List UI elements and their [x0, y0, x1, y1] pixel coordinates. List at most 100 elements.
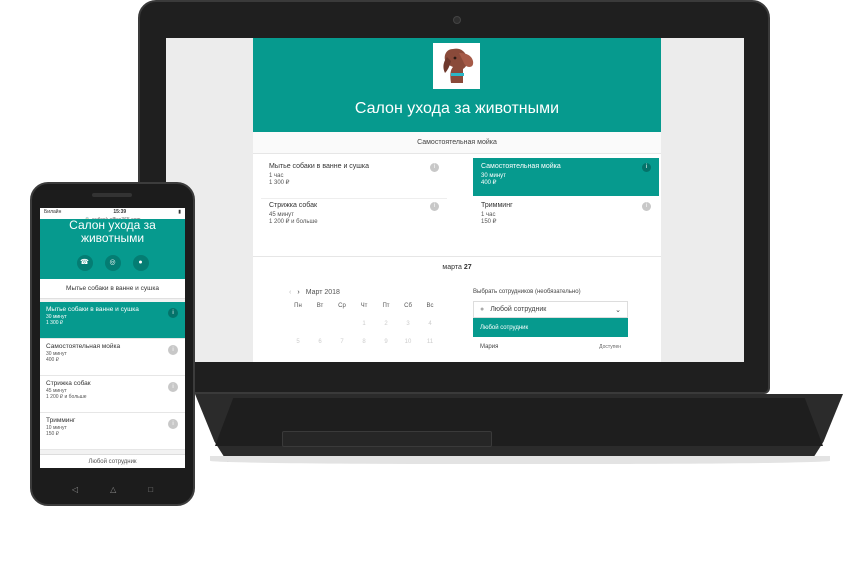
service-name: Тримминг: [46, 417, 76, 424]
mobile-service-item[interactable]: Тримминг 10 минут 150 ₽ i: [40, 413, 185, 450]
service-name: Тримминг: [481, 202, 513, 209]
recent-apps-icon[interactable]: □: [148, 485, 153, 494]
battery-icon: ▮: [178, 209, 181, 215]
chevron-right-icon[interactable]: ›: [297, 289, 299, 296]
service-name: Стрижка собак: [269, 202, 318, 209]
service-card-active[interactable]: Самостоятельная мойка 30 минут 400 ₽ i: [473, 158, 659, 196]
service-price: 1 300 ₽: [46, 320, 64, 326]
mobile-service-item[interactable]: Самостоятельная мойка 30 минут 400 ₽ i: [40, 339, 185, 376]
calendar-day[interactable]: [311, 321, 329, 327]
calendar-day[interactable]: 3: [399, 321, 417, 327]
info-icon[interactable]: i: [168, 308, 178, 318]
webcam: [453, 16, 461, 24]
weekday: Ср: [338, 303, 346, 309]
page-header: Салон ухода за животными: [253, 38, 661, 132]
booking-page: Салон ухода за животными Самостоятельная…: [253, 38, 661, 362]
calendar-day[interactable]: 5: [289, 339, 307, 345]
calendar-week: 1 2 3 4: [289, 321, 439, 327]
calendar-day[interactable]: 2: [377, 321, 395, 327]
weekday: Вс: [426, 303, 434, 309]
dog-logo-icon: [443, 48, 474, 83]
staff-option[interactable]: Любой сотрудник: [473, 318, 628, 337]
weekday: Пн: [294, 303, 302, 309]
date-header: марта 27: [253, 256, 661, 278]
mobile-service-item[interactable]: Стрижка собак 45 минут 1 200 ₽ и больше …: [40, 376, 185, 413]
calendar-day[interactable]: [289, 321, 307, 327]
service-price: 400 ₽: [46, 357, 59, 363]
staff-picker: Выбрать сотрудников (необязательно) ● Лю…: [473, 289, 628, 356]
service-price: 1 200 ₽ и больше: [46, 394, 87, 400]
weekday: Пт: [382, 303, 390, 309]
weekday-row: Пн Вт Ср Чт Пт Сб Вс: [289, 303, 439, 309]
weekday: Чт: [360, 303, 368, 309]
service-name: Мытье собаки в ванне и сушка: [46, 306, 139, 313]
service-name: Самостоятельная мойка: [46, 343, 121, 350]
weekday: Сб: [404, 303, 412, 309]
carrier: Билайн: [44, 209, 62, 215]
service-price: 400 ₽: [481, 180, 497, 186]
calendar-day[interactable]: 1: [355, 321, 373, 327]
touchpad: [282, 431, 492, 447]
mobile-header: Салон ухода за животными ☎ ◎ ●: [40, 219, 185, 279]
calendar-month: Март 2018: [305, 289, 340, 296]
chevron-down-icon: ⌄: [615, 306, 621, 314]
info-icon[interactable]: i: [430, 202, 439, 211]
service-price: 150 ₽: [46, 431, 59, 437]
contact-icons: ☎ ◎ ●: [40, 255, 185, 271]
mobile-staff-footer[interactable]: Любой сотрудник: [40, 454, 185, 468]
mobile-title: Салон ухода за животными: [69, 218, 156, 245]
date-day: 27: [463, 264, 472, 271]
service-price: 150 ₽: [481, 219, 497, 225]
staff-option-name: Любой сотрудник: [480, 324, 529, 331]
weekday: Вт: [316, 303, 324, 309]
service-card[interactable]: Тримминг 1 час 150 ₽ i: [473, 197, 659, 235]
calendar-day[interactable]: 7: [333, 339, 351, 345]
chevron-left-icon[interactable]: ‹: [289, 289, 291, 296]
mobile-section-header: Мытье собаки в ванне и сушка: [40, 279, 185, 299]
staff-select[interactable]: ● Любой сотрудник ⌄: [473, 301, 628, 318]
page-title: Салон ухода за животными: [354, 100, 560, 117]
location-pin-icon[interactable]: ●: [132, 255, 149, 271]
laptop-lid: Салон ухода за животными Самостоятельная…: [138, 0, 770, 394]
calendar-day[interactable]: 11: [421, 339, 439, 345]
calendar-day[interactable]: 8: [355, 339, 373, 345]
phone-icon[interactable]: ☎: [76, 255, 93, 271]
phone: Билайн 15:39 ▮ 🔒 outlook.office365.com С…: [30, 182, 195, 506]
back-icon[interactable]: ◁: [72, 485, 78, 494]
dog-logo: [433, 43, 480, 89]
calendar-day[interactable]: 6: [311, 339, 329, 345]
service-name: Стрижка собак: [46, 380, 91, 387]
staff-option[interactable]: Мария Доступен: [473, 337, 628, 356]
mobile-service-item[interactable]: Мытье собаки в ванне и сушка 30 минут 1 …: [40, 302, 185, 339]
info-icon[interactable]: i: [168, 382, 178, 392]
service-card[interactable]: Стрижка собак 45 минут 1 200 ₽ и больше …: [261, 197, 447, 235]
service-price: 1 300 ₽: [269, 180, 290, 186]
service-card[interactable]: Мытье собаки в ванне и сушка 1 час 1 300…: [261, 158, 447, 196]
date-month: марта: [442, 264, 462, 271]
home-icon[interactable]: △: [110, 485, 116, 494]
info-icon[interactable]: i: [430, 163, 439, 172]
selected-service-header: Самостоятельная мойка: [253, 132, 661, 154]
calendar-day[interactable]: [333, 321, 351, 327]
staff-selected-value: Любой сотрудник: [490, 306, 547, 313]
globe-icon[interactable]: ◎: [104, 255, 121, 271]
phone-screen: Билайн 15:39 ▮ 🔒 outlook.office365.com С…: [40, 208, 185, 468]
service-grid: Мытье собаки в ванне и сушка 1 час 1 300…: [253, 154, 661, 254]
calendar-day[interactable]: 4: [421, 321, 439, 327]
info-icon[interactable]: i: [168, 419, 178, 429]
clock: 15:39: [113, 209, 127, 215]
service-name: Мытье собаки в ванне и сушка: [269, 163, 370, 170]
info-icon[interactable]: i: [642, 163, 651, 172]
person-icon: ●: [480, 306, 485, 313]
service-name: Самостоятельная мойка: [481, 163, 561, 170]
calendar-day[interactable]: 9: [377, 339, 395, 345]
laptop-shadow: [210, 456, 830, 464]
phone-nav-bar: ◁ △ □: [32, 485, 193, 494]
info-icon[interactable]: i: [642, 202, 651, 211]
calendar-day[interactable]: 10: [399, 339, 417, 345]
laptop-screen: Салон ухода за животными Самостоятельная…: [166, 38, 744, 362]
calendar-week: 5 6 7 8 9 10 11: [289, 339, 439, 345]
calendar: ‹ › Март 2018 Пн Вт Ср Чт Пт Сб Вс 1 2 3…: [289, 289, 439, 357]
info-icon[interactable]: i: [168, 345, 178, 355]
staff-label: Выбрать сотрудников (необязательно): [473, 289, 581, 295]
